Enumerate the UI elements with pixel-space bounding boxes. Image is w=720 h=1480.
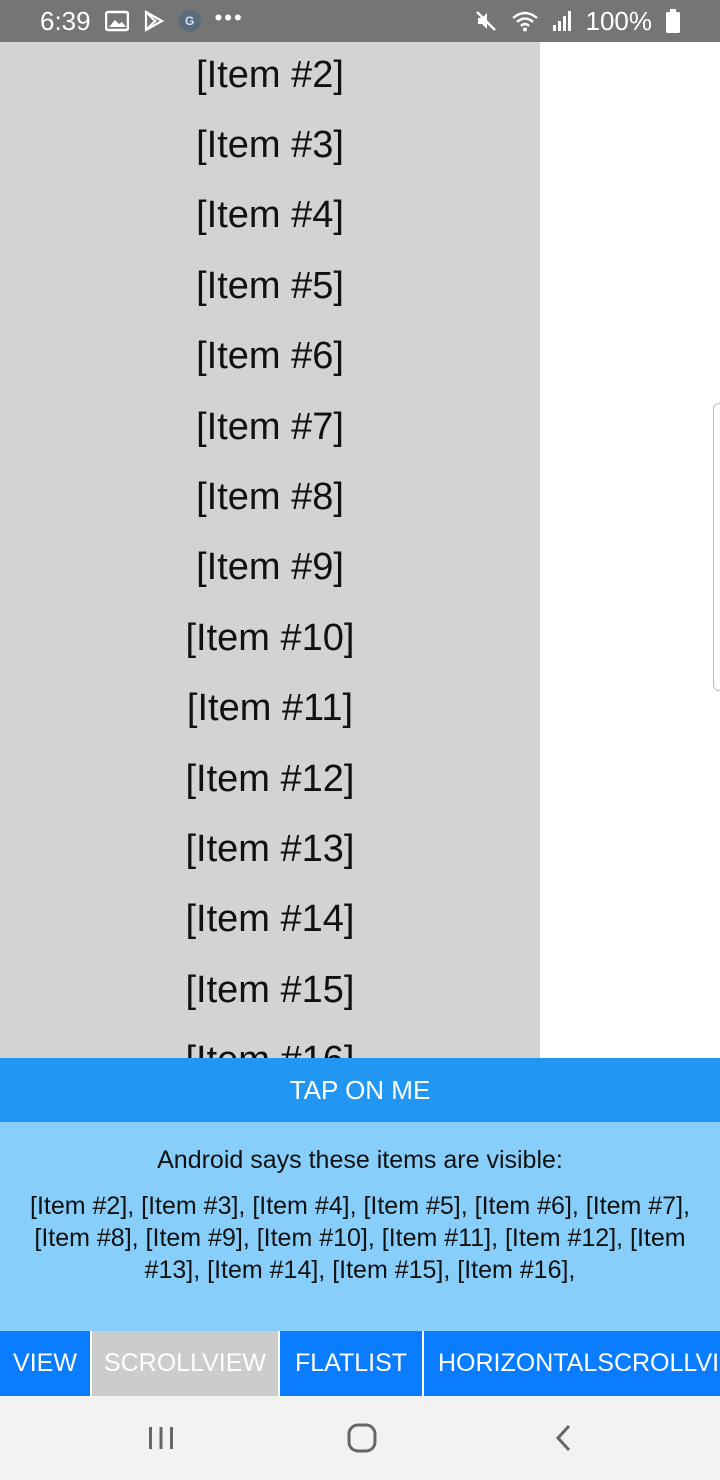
back-icon[interactable] bbox=[534, 1416, 594, 1460]
list-item: [Item #2] bbox=[196, 53, 344, 96]
recent-apps-icon[interactable] bbox=[131, 1416, 191, 1460]
signal-icon bbox=[552, 10, 572, 32]
scroll-content: [Item #2] [Item #3] [Item #4] [Item #5] … bbox=[0, 42, 540, 1058]
g-badge-icon: G bbox=[178, 10, 201, 32]
list-item: [Item #15] bbox=[185, 968, 355, 1011]
tap-on-me-button[interactable]: TAP ON ME bbox=[0, 1058, 720, 1122]
tab-horizontalscrollview[interactable]: HORIZONTALSCROLLVIEW bbox=[424, 1331, 720, 1396]
battery-percent: 100% bbox=[585, 5, 653, 36]
tab-scrollview[interactable]: SCROLLVIEW bbox=[92, 1331, 278, 1396]
status-bar: 6:39 G ••• 100% bbox=[0, 0, 720, 42]
list-item: [Item #11] bbox=[186, 687, 354, 730]
list-item: [Item #13] bbox=[185, 827, 355, 870]
wifi-icon bbox=[511, 10, 538, 32]
visible-items-title: Android says these items are visible: bbox=[157, 1146, 563, 1174]
tab-view[interactable]: VIEW bbox=[0, 1331, 90, 1396]
battery-icon bbox=[666, 9, 680, 33]
more-dots-icon: ••• bbox=[214, 5, 244, 30]
empty-right-area bbox=[540, 42, 720, 1058]
list-item: [Item #4] bbox=[196, 194, 344, 237]
list-item: [Item #8] bbox=[196, 476, 344, 519]
status-right: 100% bbox=[474, 5, 680, 37]
visible-items-text: [Item #2], [Item #3], [Item #4], [Item #… bbox=[30, 1192, 690, 1284]
home-icon[interactable] bbox=[332, 1416, 392, 1460]
list-item: [Item #7] bbox=[196, 405, 344, 448]
edge-panel-handle[interactable] bbox=[713, 403, 720, 691]
tab-flatlist[interactable]: FLATLIST bbox=[280, 1331, 422, 1396]
list-item: [Item #5] bbox=[196, 264, 344, 307]
list-item: [Item #12] bbox=[185, 757, 355, 800]
visible-items-panel: Android says these items are visible: [I… bbox=[0, 1122, 720, 1331]
list-item: [Item #16] bbox=[0, 1025, 540, 1058]
status-time: 6:39 bbox=[40, 5, 91, 36]
mute-icon bbox=[474, 9, 498, 33]
system-nav-bar bbox=[0, 1396, 720, 1480]
tab-bar: VIEW SCROLLVIEW FLATLIST HORIZONTALSCROL… bbox=[0, 1331, 720, 1396]
list-item: [Item #10] bbox=[185, 616, 355, 659]
list-item: [Item #14] bbox=[185, 898, 355, 941]
play-store-icon bbox=[143, 10, 165, 32]
image-icon bbox=[104, 10, 129, 32]
scroll-view[interactable]: [Item #2] [Item #3] [Item #4] [Item #5] … bbox=[0, 42, 540, 1058]
list-item: [Item #9] bbox=[196, 546, 344, 589]
list-item: [Item #3] bbox=[196, 124, 344, 167]
status-left: 6:39 G ••• bbox=[40, 5, 244, 37]
list-item: [Item #6] bbox=[196, 335, 344, 378]
